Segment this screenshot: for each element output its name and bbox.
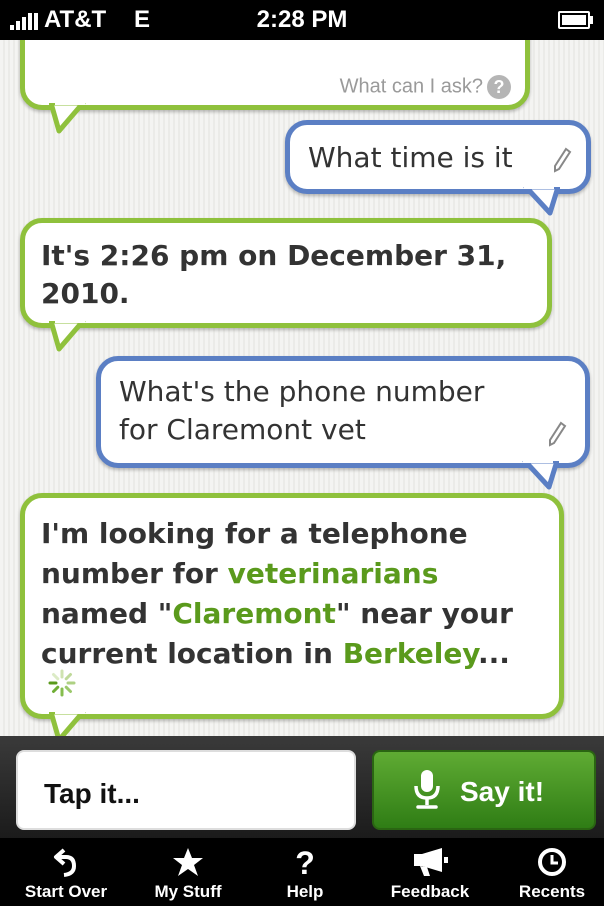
assistant-response-text: I'm looking for a telephone number for v… [41,517,513,670]
say-it-label: Say it! [460,776,545,807]
user-message-bubble[interactable]: What time is it [285,120,591,216]
tab-label: Help [286,882,324,901]
edit-pencil-icon[interactable] [552,147,572,173]
bubble-tail [49,712,86,736]
svg-text:?: ? [295,846,315,878]
assistant-response-text: It's 2:26 pm on December 31, 2010. [41,239,507,310]
tab-help[interactable]: ? Help [245,838,365,906]
clock: 2:28 PM [256,6,348,33]
star-icon [173,848,203,876]
highlight-category: veterinarians [227,557,439,590]
tab-my-stuff[interactable]: My Stuff [128,838,248,906]
tap-it-input[interactable]: Tap it... [16,750,356,830]
tab-start-over[interactable]: Start Over [6,838,126,906]
edit-pencil-icon[interactable] [547,421,567,447]
tab-label: Feedback [390,882,470,901]
clock-icon [538,848,566,876]
status-bar: AT&T E 2:28 PM [0,0,604,40]
tab-label: Recents [518,882,586,901]
bubble-tail [49,103,86,134]
bubble-tail [523,187,560,216]
tab-recents[interactable]: Recents [492,838,604,906]
input-bar: Tap it... Say it! [0,736,604,838]
bubble-tail [522,461,559,490]
megaphone-icon [414,848,448,876]
user-message-text: What's the phone number for Claremont ve… [119,375,485,446]
say-it-button[interactable]: Say it! [372,750,596,830]
conversation-area[interactable]: What can I ask?? What time is it It's 2:… [0,40,604,736]
tab-bar: Start Over My Stuff ? Help Feedback Rece… [0,838,604,906]
what-can-i-ask-link[interactable]: What can I ask?? [340,75,511,99]
user-message-bubble[interactable]: What's the phone number for Claremont ve… [96,356,590,490]
microphone-icon [414,770,440,809]
battery-icon [558,11,593,29]
bubble-tail [49,321,86,352]
undo-arrow-icon [54,848,77,877]
assistant-response-bubble: I'm looking for a telephone number for v… [20,493,564,736]
tab-label: Start Over [24,882,108,901]
highlight-location: Berkeley [342,637,478,670]
help-circle-icon[interactable]: ? [487,75,511,99]
highlight-name: Claremont [172,597,336,630]
tab-label: My Stuff [154,882,222,901]
question-icon: ? [295,846,315,878]
assistant-response-bubble: It's 2:26 pm on December 31, 2010. [20,218,552,352]
tab-feedback[interactable]: Feedback [370,838,490,906]
user-message-text: What time is it [308,141,513,174]
assistant-bubble: What can I ask?? [20,40,530,134]
loading-spinner-icon [48,669,76,697]
